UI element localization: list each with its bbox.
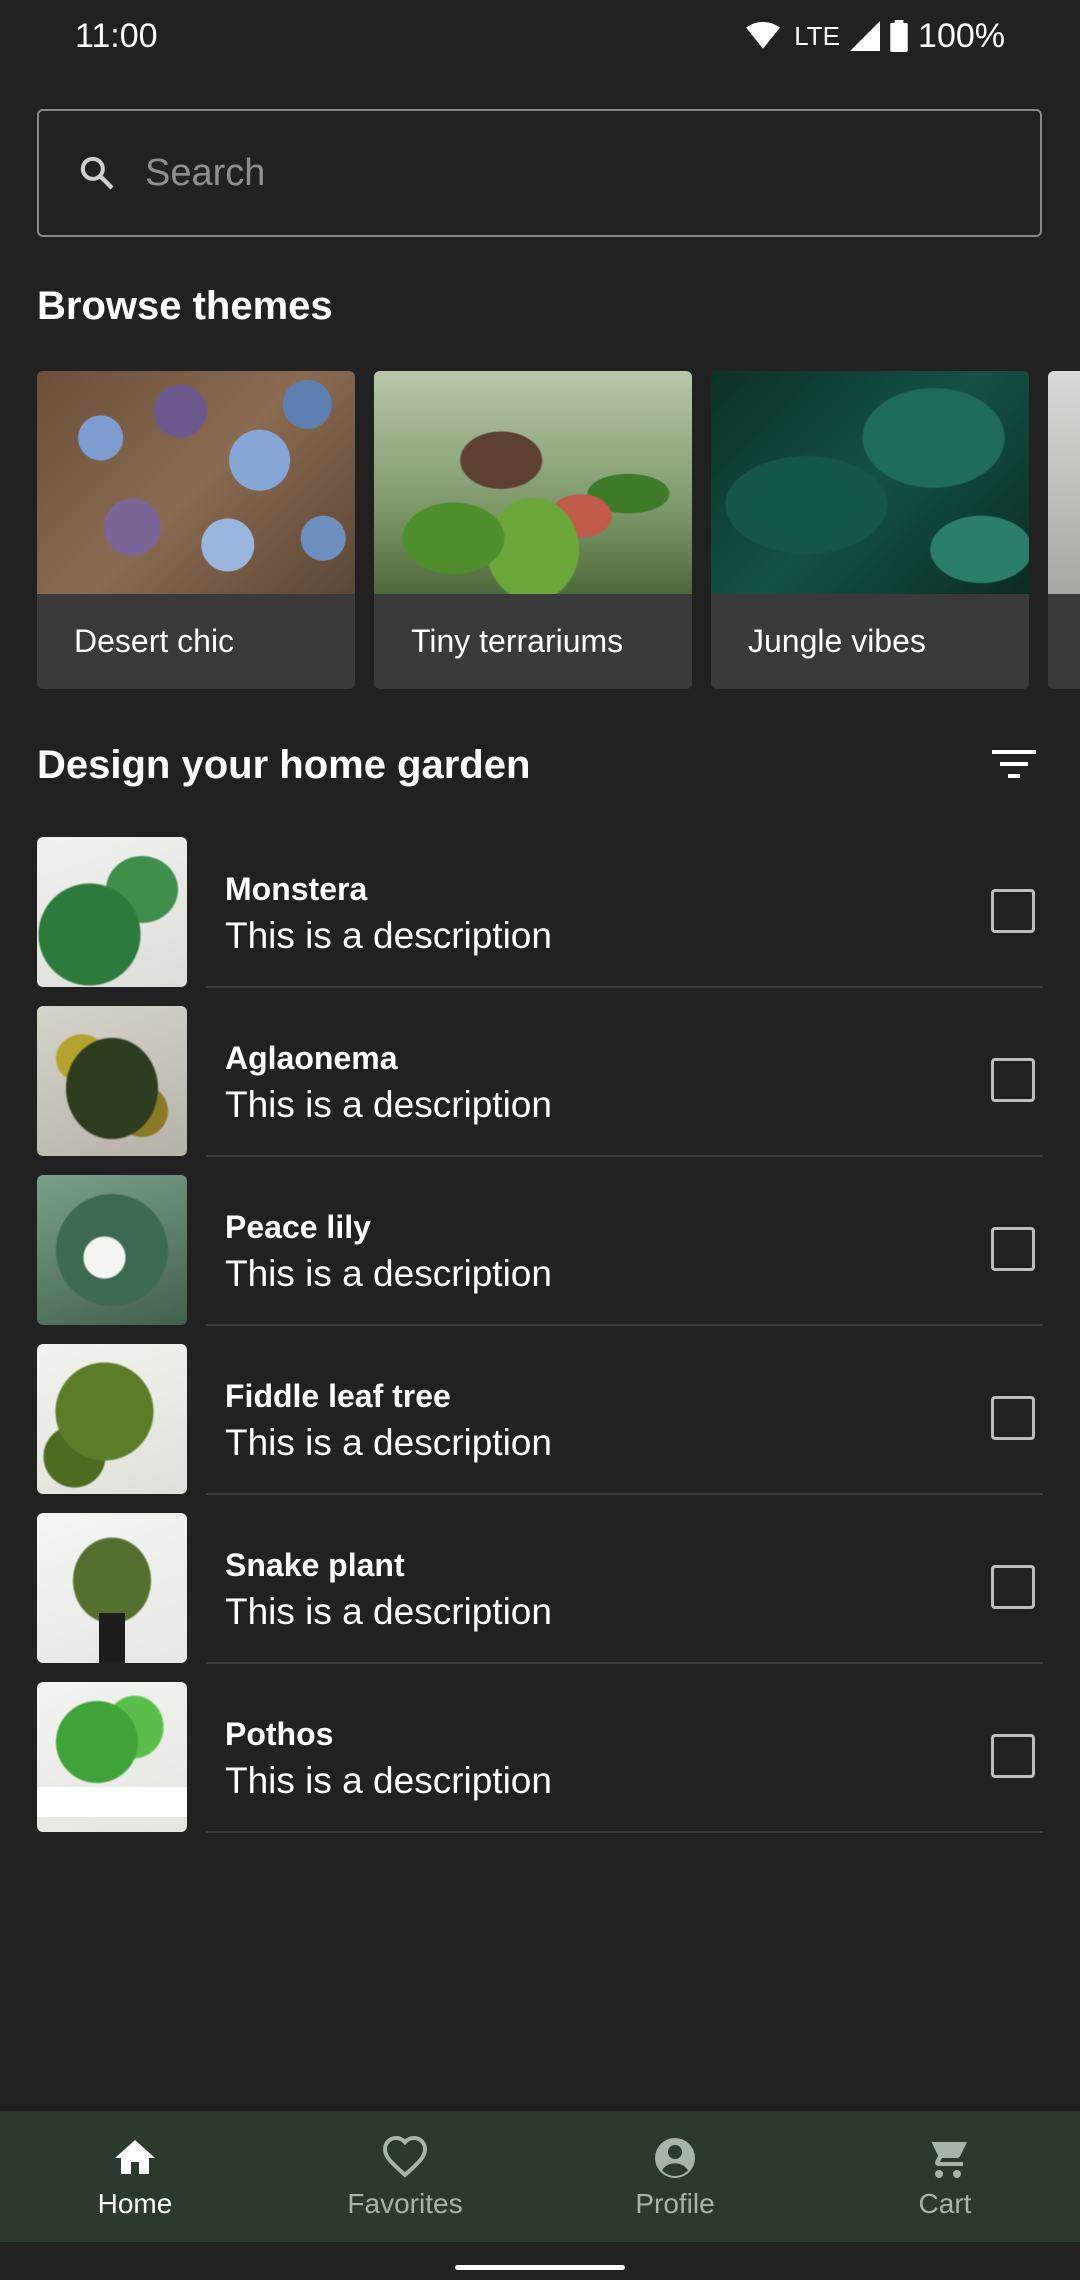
battery-level: 100%	[918, 16, 1005, 55]
plant-name: Peace lily	[225, 1209, 371, 1245]
nav-label: Favorites	[347, 2187, 463, 2219]
browse-themes-heading: Browse themes	[37, 284, 333, 328]
plant-name: Monstera	[225, 871, 368, 907]
divider	[206, 1831, 1043, 1833]
search-icon	[80, 156, 114, 190]
nav-favorites[interactable]: Favorites	[270, 2111, 540, 2242]
divider	[206, 986, 1043, 988]
plant-description: This is a description	[225, 915, 552, 956]
divider	[206, 1662, 1043, 1664]
status-bar: 11:00 LTE 100%	[0, 0, 1080, 72]
theme-image	[37, 371, 355, 594]
plant-description: This is a description	[225, 1422, 552, 1463]
plant-name: Aglaonema	[225, 1040, 398, 1076]
plant-name: Fiddle leaf tree	[225, 1378, 451, 1414]
battery-icon	[890, 20, 908, 52]
garden-heading: Design your home garden	[37, 743, 531, 787]
search-field[interactable]	[37, 109, 1042, 237]
list-item[interactable]: Monstera This is a description	[0, 837, 1080, 1006]
theme-image	[1048, 371, 1080, 594]
wifi-icon	[746, 21, 781, 49]
list-item[interactable]: Fiddle leaf tree This is a description	[0, 1344, 1080, 1513]
plant-thumbnail	[37, 1006, 187, 1156]
list-item[interactable]: Peace lily This is a description	[0, 1175, 1080, 1344]
home-icon	[115, 2139, 155, 2174]
plant-thumbnail	[37, 1682, 187, 1832]
nav-cart[interactable]: Cart	[810, 2111, 1080, 2242]
select-checkbox[interactable]	[991, 1227, 1035, 1271]
status-time: 11:00	[75, 16, 158, 55]
select-checkbox[interactable]	[991, 889, 1035, 933]
theme-label: Jungle vibes	[748, 623, 926, 659]
nav-profile[interactable]: Profile	[540, 2111, 810, 2242]
plant-description: This is a description	[225, 1253, 552, 1294]
themes-carousel[interactable]: Desert chic Tiny terrariums Jungle vibes	[37, 371, 1080, 689]
plant-description: This is a description	[225, 1760, 552, 1801]
plant-description: This is a description	[225, 1084, 552, 1125]
divider	[206, 1493, 1043, 1495]
nav-home[interactable]: Home	[0, 2111, 270, 2242]
plant-thumbnail	[37, 1513, 187, 1663]
nav-label: Profile	[635, 2187, 715, 2219]
theme-card-jungle-vibes[interactable]: Jungle vibes	[711, 371, 1029, 689]
theme-label: Tiny terrariums	[411, 623, 624, 659]
plant-description: This is a description	[225, 1591, 552, 1632]
cart-icon	[923, 2137, 967, 2178]
theme-card-desert-chic[interactable]: Desert chic	[37, 371, 355, 689]
select-checkbox[interactable]	[991, 1565, 1035, 1609]
plant-name: Pothos	[225, 1716, 334, 1752]
status-icons: LTE 100%	[746, 17, 1005, 56]
search-input[interactable]	[143, 150, 967, 196]
theme-image	[711, 371, 1029, 594]
select-checkbox[interactable]	[991, 1396, 1035, 1440]
list-item[interactable]: Pothos This is a description	[0, 1682, 1080, 1851]
theme-card-partial[interactable]	[1048, 371, 1080, 689]
list-item[interactable]: Aglaonema This is a description	[0, 1006, 1080, 1175]
cell-signal-icon	[850, 21, 881, 51]
heart-icon	[382, 2135, 428, 2178]
theme-image	[374, 371, 692, 594]
plant-thumbnail	[37, 1344, 187, 1494]
gesture-handle[interactable]	[455, 2265, 625, 2270]
theme-label: Desert chic	[74, 623, 235, 659]
divider	[206, 1155, 1043, 1157]
app-screen: 11:00 LTE 100% Browse themes D	[0, 0, 1080, 2280]
plant-thumbnail	[37, 1175, 187, 1325]
nav-label: Home	[97, 2187, 173, 2219]
plant-name: Snake plant	[225, 1547, 405, 1583]
filter-icon[interactable]	[990, 746, 1038, 782]
network-type: LTE	[794, 20, 841, 51]
account-circle-icon	[655, 2137, 695, 2178]
select-checkbox[interactable]	[991, 1734, 1035, 1778]
bottom-navigation: Home Favorites Profile Cart	[0, 2111, 1080, 2242]
divider	[206, 1324, 1043, 1326]
plant-thumbnail	[37, 837, 187, 987]
theme-card-tiny-terrariums[interactable]: Tiny terrariums	[374, 371, 692, 689]
plant-list: Monstera This is a description Aglaonema…	[0, 837, 1080, 1851]
list-item[interactable]: Snake plant This is a description	[0, 1513, 1080, 1682]
select-checkbox[interactable]	[991, 1058, 1035, 1102]
nav-label: Cart	[918, 2187, 972, 2219]
